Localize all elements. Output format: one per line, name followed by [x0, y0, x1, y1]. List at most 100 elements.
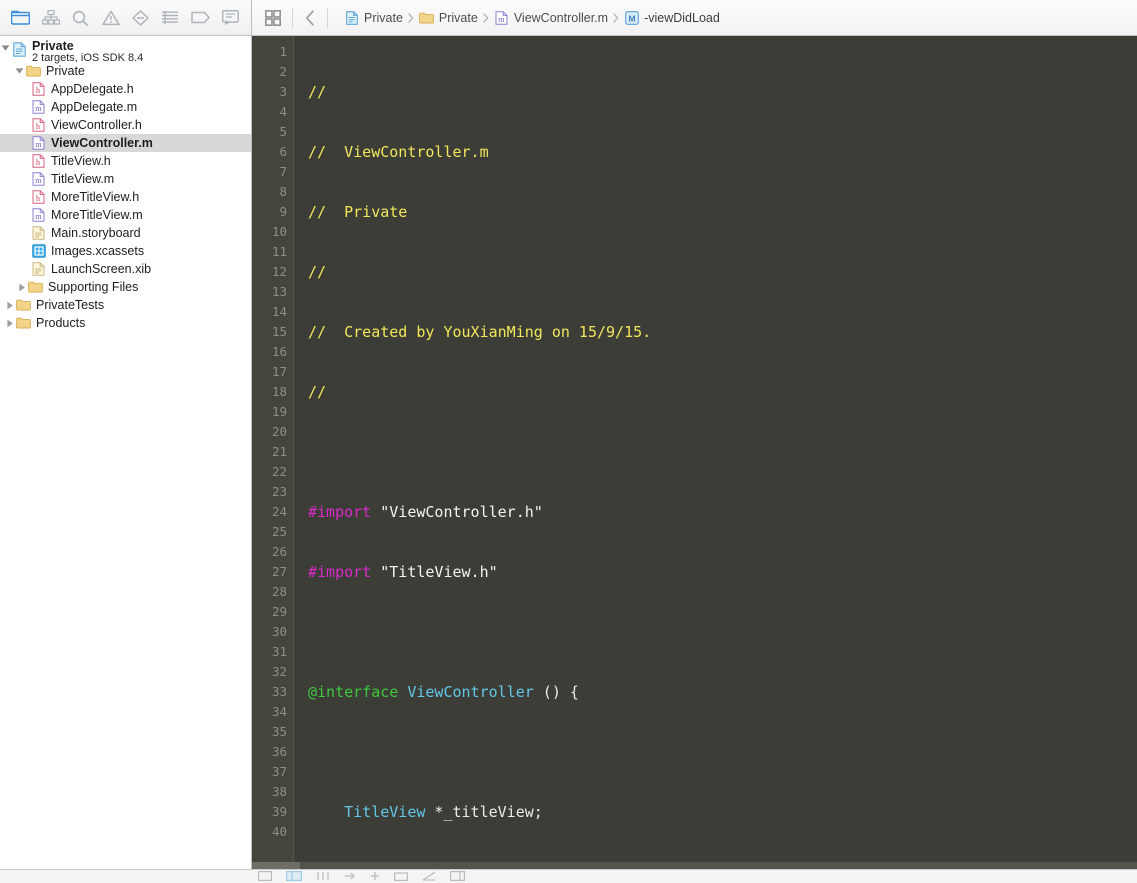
source-editor[interactable]: 1 2 3 4 5 6 7 8 9 10 11 12 13 14 15 16 17 18 19 20 21 22 23 24 2…: [252, 36, 1137, 883]
line-number: 11: [271, 244, 287, 259]
project-navigator[interactable]: Private 2 targets, iOS SDK 8.4 Private h: [0, 36, 252, 883]
panel-icon[interactable]: [450, 870, 466, 883]
line-number: 37: [271, 764, 287, 779]
line-number: 40: [271, 824, 287, 839]
svg-text:m: m: [498, 15, 505, 24]
split-view-icon[interactable]: [286, 870, 303, 883]
line-number: 5: [279, 124, 287, 139]
show-find-navigator[interactable]: [66, 5, 96, 31]
rect-icon[interactable]: [258, 870, 273, 883]
show-debug-navigator[interactable]: [155, 5, 185, 31]
sidebar-item-label: Main.storyboard: [51, 226, 141, 240]
sidebar-item-appdelegate-m[interactable]: m AppDelegate.m: [0, 98, 251, 116]
disclosure-triangle-down-icon[interactable]: [14, 67, 25, 75]
sidebar-item-supporting-files[interactable]: Supporting Files: [0, 278, 251, 296]
code-line: //: [308, 263, 327, 281]
jump-bar-divider: [292, 7, 293, 28]
sidebar-item-moretitleview-h[interactable]: h MoreTitleView.h: [0, 188, 251, 206]
line-number: 24: [271, 504, 287, 519]
folder-icon: [15, 299, 32, 311]
folder-icon: [419, 10, 434, 26]
sidebar-item-launchscreen-xib[interactable]: LaunchScreen.xib: [0, 260, 251, 278]
ruler-icon[interactable]: [422, 870, 436, 883]
svg-text:h: h: [36, 122, 40, 131]
plus-icon[interactable]: [370, 870, 380, 883]
scrollbar-thumb[interactable]: [252, 862, 300, 869]
show-report-navigator[interactable]: [215, 5, 245, 31]
line-number: 18: [271, 384, 287, 399]
disclosure-triangle-right-icon[interactable]: [4, 301, 15, 310]
h-file-icon: h: [30, 118, 47, 132]
svg-text:M: M: [628, 13, 635, 23]
breadcrumb-item-group[interactable]: Private: [419, 10, 478, 26]
sidebar-item-titleview-h[interactable]: h TitleView.h: [0, 152, 251, 170]
sidebar-item-products[interactable]: Products: [0, 314, 251, 332]
sidebar-item-appdelegate-h[interactable]: h AppDelegate.h: [0, 80, 251, 98]
m-file-icon: m: [30, 136, 47, 150]
line-number: 16: [271, 344, 287, 359]
disclosure-triangle-right-icon[interactable]: [4, 319, 15, 328]
breadcrumb-label: -viewDidLoad: [644, 10, 720, 25]
disclosure-triangle-right-icon[interactable]: [16, 283, 27, 292]
line-number: 7: [279, 164, 287, 179]
sidebar-item-privatetests[interactable]: PrivateTests: [0, 296, 251, 314]
sidebar-item-titleview-m[interactable]: m TitleView.m: [0, 170, 251, 188]
sidebar-item-private-group[interactable]: Private: [0, 62, 251, 80]
project-name: Private: [32, 39, 74, 53]
show-breakpoint-navigator[interactable]: [185, 5, 215, 31]
line-number: 39: [271, 804, 287, 819]
line-number: 22: [271, 464, 287, 479]
breadcrumb-item-project[interactable]: Private: [344, 10, 403, 26]
breadcrumb-label: Private: [438, 10, 478, 25]
svg-text:h: h: [36, 194, 40, 203]
jump-bar: Private Private m ViewController.m M -vi…: [252, 0, 1137, 36]
sidebar-item-moretitleview-m[interactable]: m MoreTitleView.m: [0, 206, 251, 224]
project-root-row[interactable]: Private 2 targets, iOS SDK 8.4: [0, 39, 251, 64]
xcassets-icon: [30, 244, 47, 258]
arrow-icon[interactable]: [344, 870, 356, 883]
grid-icon[interactable]: [260, 6, 286, 30]
code-text[interactable]: // // ViewController.m // Private // // …: [295, 36, 1137, 883]
navigator-toolbar: [0, 0, 252, 36]
sidebar-item-viewcontroller-h[interactable]: h ViewController.h: [0, 116, 251, 134]
disclosure-triangle-down-icon[interactable]: [0, 40, 11, 52]
sidebar-item-viewcontroller-m[interactable]: m ViewController.m: [0, 134, 251, 152]
show-test-navigator[interactable]: [126, 5, 156, 31]
line-number: 4: [279, 104, 287, 119]
line-number: 23: [271, 484, 287, 499]
line-number: 26: [271, 544, 287, 559]
breadcrumb-item-file[interactable]: m ViewController.m: [494, 10, 608, 26]
top-strip: Private Private m ViewController.m M -vi…: [0, 0, 1137, 36]
breadcrumb-item-method[interactable]: M -viewDidLoad: [624, 10, 720, 26]
line-number: 38: [271, 784, 287, 799]
line-number: 28: [271, 584, 287, 599]
frame-icon[interactable]: [394, 870, 409, 883]
line-number: 35: [271, 724, 287, 739]
line-number: 36: [271, 744, 287, 759]
show-project-navigator[interactable]: [6, 5, 36, 31]
sidebar-item-label: TitleView.h: [51, 154, 111, 168]
show-issue-navigator[interactable]: [96, 5, 126, 31]
sidebar-item-label: PrivateTests: [36, 298, 105, 312]
sidebar-item-images-xcassets[interactable]: Images.xcassets: [0, 242, 251, 260]
horizontal-scrollbar[interactable]: [252, 862, 1137, 869]
storyboard-icon: [30, 226, 47, 240]
project-icon: [344, 10, 359, 26]
sidebar-item-label: MoreTitleView.m: [51, 208, 143, 222]
chevron-right-icon-3: [608, 12, 624, 24]
line-number: 1: [279, 44, 287, 59]
columns-icon[interactable]: [316, 870, 330, 883]
line-number: 34: [271, 704, 287, 719]
m-file-icon: m: [494, 10, 509, 26]
chevron-left-icon[interactable]: [299, 6, 321, 30]
xcode-window: Private Private m ViewController.m M -vi…: [0, 0, 1137, 883]
svg-text:m: m: [35, 176, 42, 185]
sidebar-item-main-storyboard[interactable]: Main.storyboard: [0, 224, 251, 242]
sidebar-item-label: TitleView.m: [51, 172, 115, 186]
breadcrumb-label: Private: [364, 10, 403, 25]
line-number: 31: [271, 644, 287, 659]
show-symbol-navigator[interactable]: [36, 5, 66, 31]
